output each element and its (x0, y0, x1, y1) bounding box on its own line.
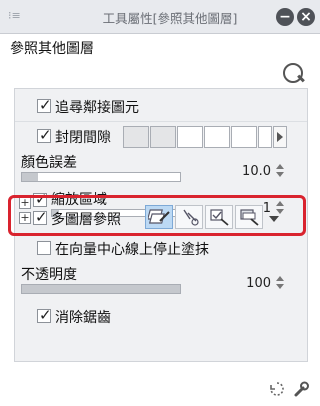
color-margin-row: 顏色誤差 10.0 (15, 152, 307, 186)
color-margin-slider[interactable] (21, 172, 181, 182)
opacity-value: 100 (246, 276, 271, 291)
reset-icon[interactable] (268, 380, 286, 398)
antialias-row: 消除鋸齒 (15, 304, 307, 330)
close-gap-row: 封閉間隙 (15, 124, 307, 150)
follow-adjacent-checkbox[interactable] (37, 96, 52, 114)
close-icon[interactable]: × (297, 8, 315, 26)
tool-property-panel: ⁝≡ 工具屬性[參照其他圖層] − × 參照其他圖層 追尋鄰接圖元 封閉間隙 顏… (0, 0, 320, 406)
close-gap-checkbox[interactable] (37, 126, 52, 144)
divider (15, 121, 307, 122)
gap-size-next-button[interactable] (273, 126, 287, 148)
antialias-label: 消除鋸齒 (55, 310, 111, 326)
opacity-spinner[interactable] (275, 276, 285, 290)
panel-title: 工具屬性[參照其他圖層] (102, 11, 238, 26)
close-gap-label: 封閉間隙 (55, 130, 111, 146)
gap-size-option-none[interactable] (123, 126, 149, 148)
title-bar: ⁝≡ 工具屬性[參照其他圖層] − × (0, 0, 320, 34)
opacity-label: 不透明度 (21, 267, 77, 283)
stop-at-vector-center-label: 在向量中心線上停止塗抹 (55, 242, 209, 258)
stop-at-vector-center-row: 在向量中心線上停止塗抹 (15, 236, 307, 262)
color-margin-slider-fill (22, 173, 38, 181)
follow-adjacent-label: 追尋鄰接圖元 (55, 100, 139, 116)
minimize-icon[interactable]: − (276, 8, 294, 26)
footer-bar (0, 372, 320, 406)
opacity-slider-fill (22, 285, 180, 293)
color-margin-value: 10.0 (242, 164, 271, 179)
magnifier-icon[interactable] (283, 63, 303, 83)
color-margin-label: 顏色誤差 (21, 155, 77, 171)
opacity-row: 不透明度 100 (15, 264, 307, 298)
stop-at-vector-center-checkbox[interactable] (37, 241, 51, 255)
subtool-name: 參照其他圖層 (10, 41, 94, 57)
antialias-checkbox[interactable] (37, 306, 52, 324)
gap-size-option-small[interactable] (150, 126, 176, 148)
follow-adjacent-row: 追尋鄰接圖元 (15, 95, 307, 119)
gap-size-option-medium[interactable] (177, 126, 203, 148)
gap-size-option-xlarge[interactable] (231, 126, 257, 148)
gap-size-option-more[interactable] (258, 126, 272, 148)
wrench-icon[interactable] (292, 380, 310, 398)
opacity-slider[interactable] (21, 284, 181, 294)
highlight-box (8, 195, 306, 236)
color-margin-spinner[interactable] (275, 164, 285, 178)
gap-size-option-large[interactable] (204, 126, 230, 148)
grip-icon[interactable]: ⁝≡ (8, 9, 22, 23)
